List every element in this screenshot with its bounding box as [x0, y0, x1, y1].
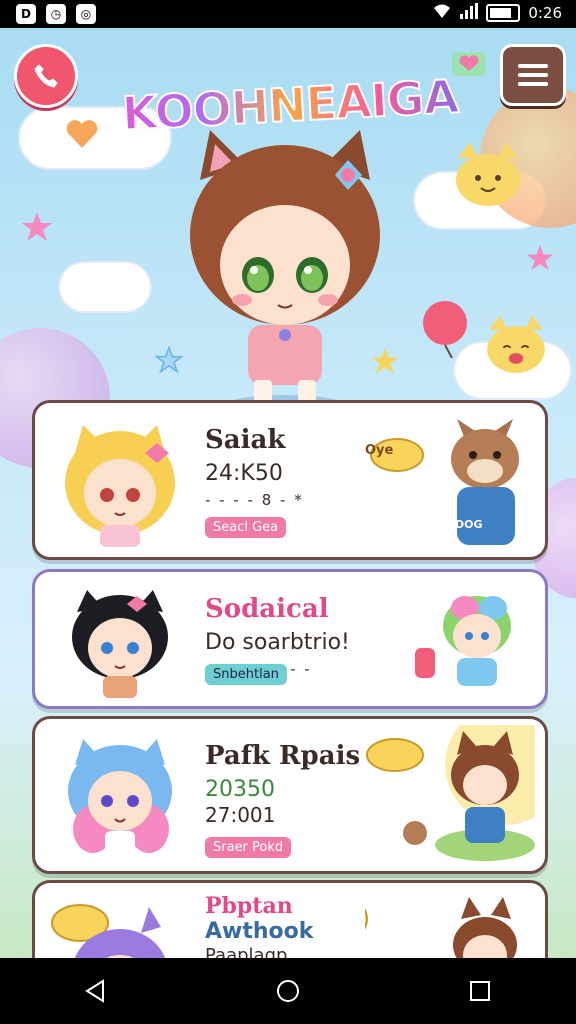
card-title: Pafk Rpais [205, 741, 361, 771]
blonde-cat-girl-avatar [65, 425, 175, 547]
card-subtitle: Do soarbtrio! [205, 630, 350, 655]
recents-icon[interactable] [467, 978, 493, 1004]
character-card[interactable]: Pbptan Awthook Paaplagp [32, 880, 548, 958]
card-title: Saiak [205, 425, 286, 455]
system-navigation-bar [0, 958, 576, 1024]
chibi-with-speech-bubble-illustration [365, 897, 517, 958]
signal-icon [460, 3, 479, 23]
card-detail: Paaplagp [205, 945, 288, 958]
app-screen: KOOHNEAIGA Saiak 24:K50 - - - - 8 - * Se… [0, 28, 576, 958]
wifi-icon [432, 3, 452, 23]
card-tag[interactable]: Seacl Gea [205, 517, 287, 538]
card-tag[interactable]: Sraer Pokd [205, 837, 292, 858]
lollipop-balloon-icon [423, 301, 467, 358]
colorful-hair-chibi-illustration [415, 596, 511, 686]
battery-icon [486, 4, 521, 22]
hero-cat-girl-character [190, 130, 380, 415]
cat-face-icon [456, 142, 520, 206]
card-subtitle: Awthook [205, 919, 314, 944]
character-card[interactable]: Pafk Rpais 20350 27:001 Sraer Pokd [32, 716, 548, 874]
cat-face-icon [487, 315, 545, 373]
card-title: Sodaical [205, 594, 329, 624]
character-card[interactable]: Sodaical Do soarbtrio! - - - - - - - - S… [32, 569, 548, 709]
speech-bubble-text: Oye [365, 443, 394, 458]
card-detail: - - - - 8 - * [205, 491, 304, 509]
star-icon [526, 244, 554, 271]
black-hair-cat-girl-avatar [72, 590, 168, 698]
menu-button[interactable] [500, 44, 566, 106]
clock: 0:26 [528, 4, 562, 22]
card-subtitle: 24:K50 [205, 461, 283, 486]
call-button[interactable] [14, 44, 78, 108]
card-tag[interactable]: Snbehtlan [205, 664, 287, 685]
purple-hair-cat-girl-avatar [51, 904, 166, 958]
hamburger-menu-icon [518, 64, 548, 86]
heart-icon [66, 120, 98, 148]
back-icon[interactable] [83, 978, 109, 1004]
home-icon[interactable] [275, 978, 301, 1004]
shirt-label: DOG [455, 518, 483, 531]
notification-icon-2: ◷ [46, 4, 66, 24]
status-bar: D ◷ ◎ 0:26 [0, 0, 576, 28]
star-icon [22, 212, 52, 241]
phone-icon [34, 64, 58, 88]
cloud-creature [60, 263, 150, 311]
notification-icon-3: ◎ [76, 4, 96, 24]
card-title: Pbptan [205, 893, 293, 919]
dog-mascot-illustration [370, 419, 519, 545]
notification-icon-1: D [16, 4, 36, 24]
notification-icons: D ◷ ◎ [16, 4, 96, 24]
brown-hair-chibi-with-bear-illustration [366, 725, 535, 861]
character-card[interactable]: Saiak 24:K50 - - - - 8 - * Seacl Gea Oye… [32, 400, 548, 560]
card-subtitle: 20350 [205, 777, 275, 802]
system-indicators: 0:26 [432, 3, 562, 23]
blue-hair-cat-girl-avatar [68, 739, 172, 857]
card-detail: 27:001 [205, 803, 276, 827]
